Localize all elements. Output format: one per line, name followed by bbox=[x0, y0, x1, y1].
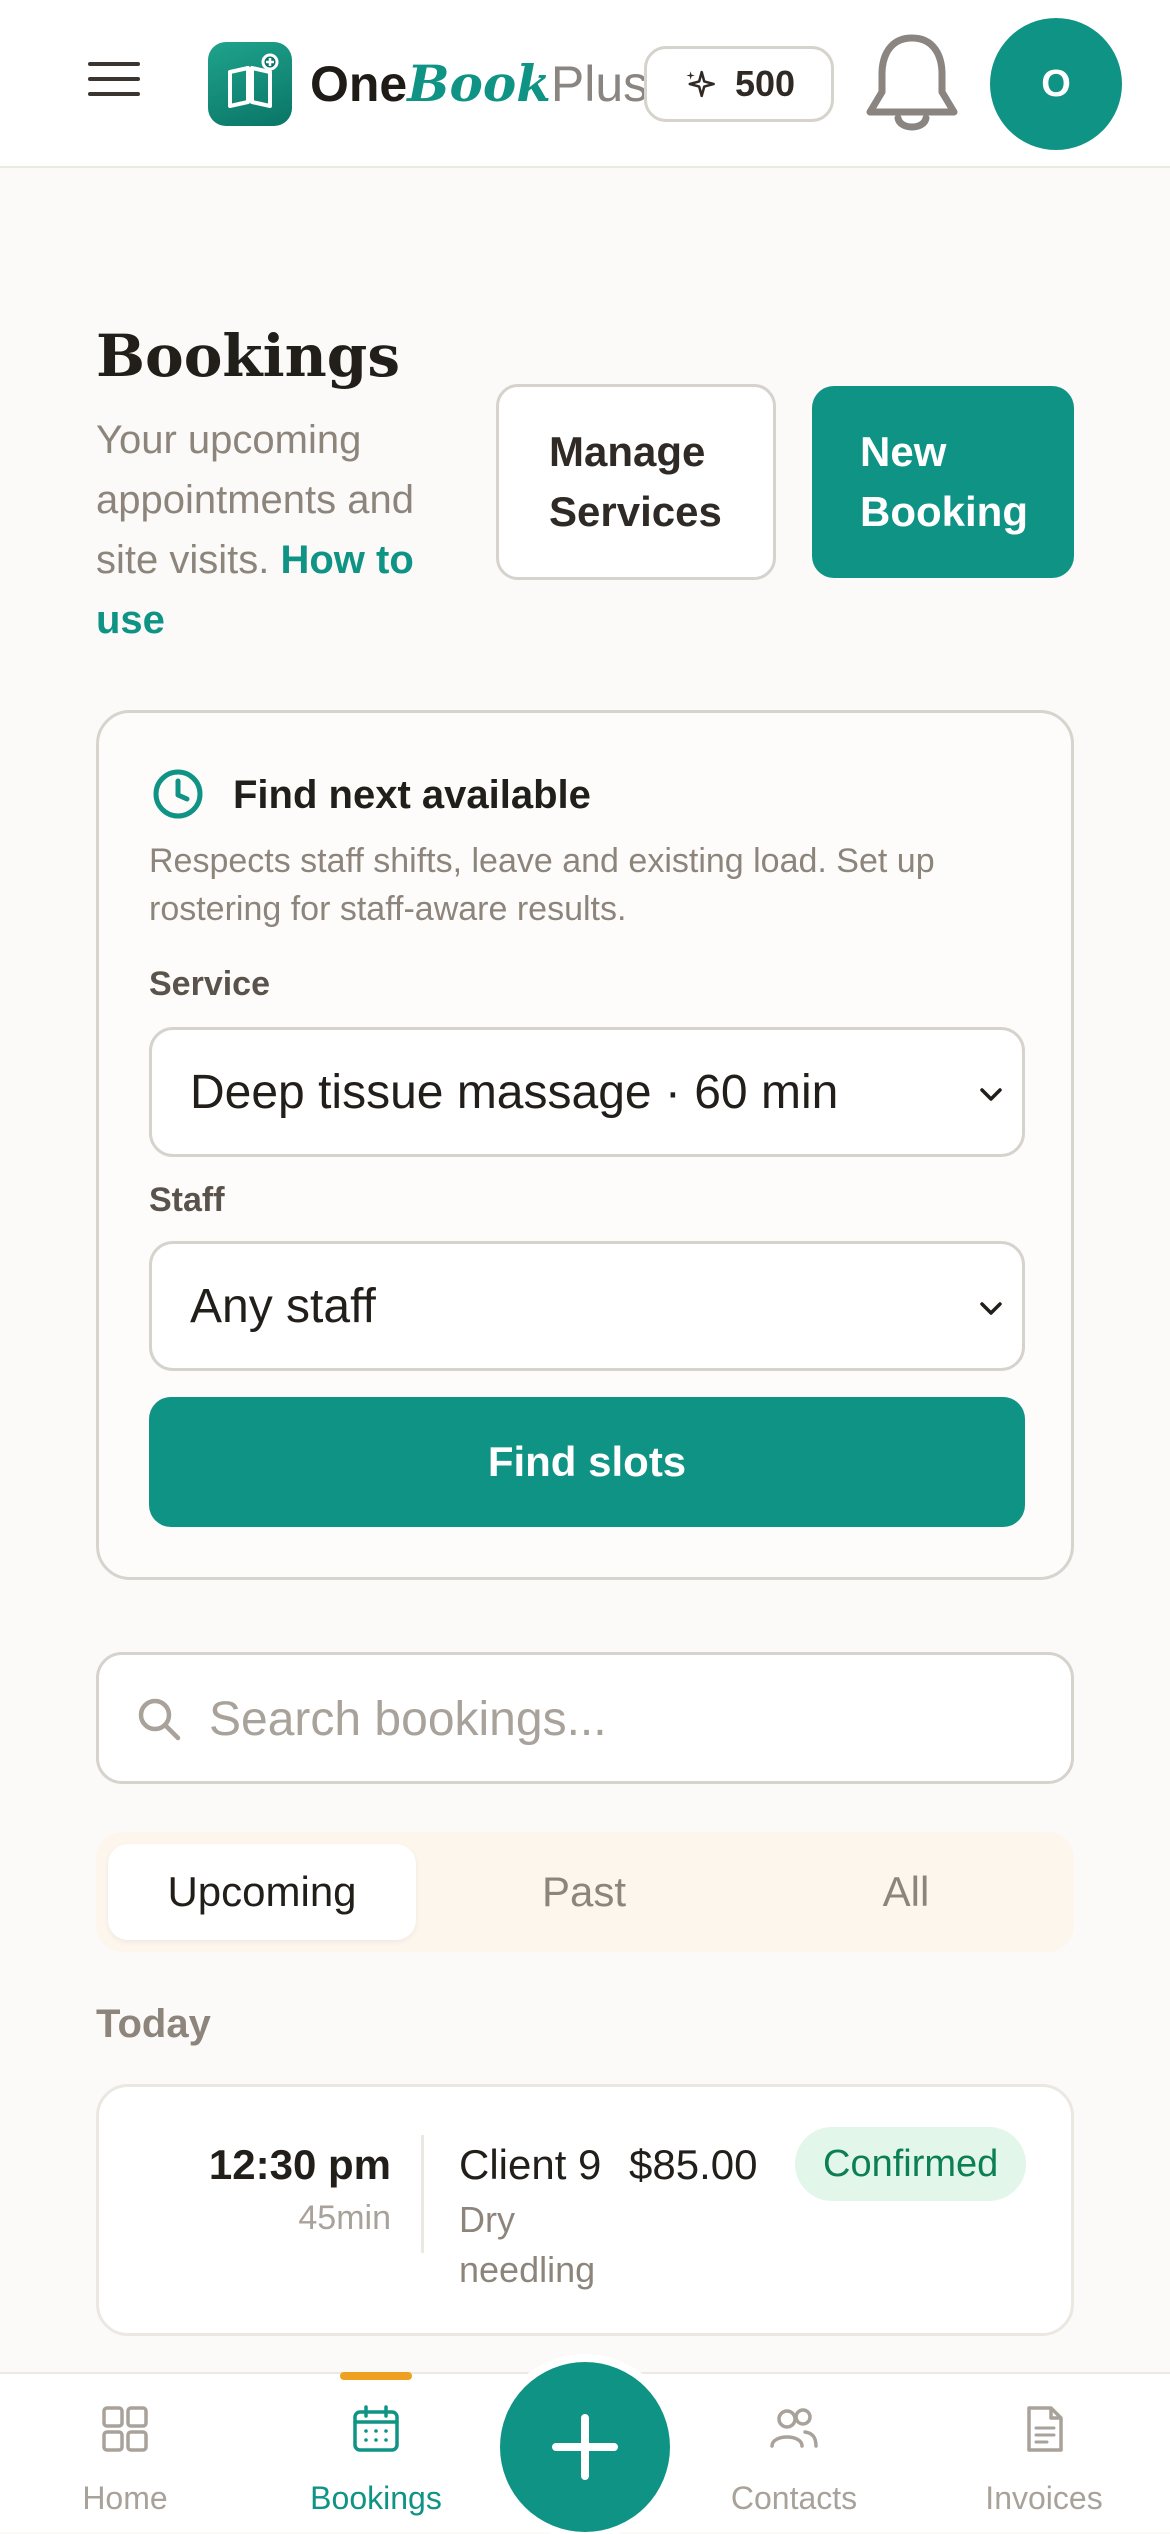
nav-item-contacts[interactable]: Contacts bbox=[694, 2374, 894, 2534]
search-icon bbox=[138, 1698, 181, 1741]
people-icon bbox=[770, 2408, 818, 2448]
clock-icon bbox=[153, 769, 203, 819]
user-avatar[interactable]: O bbox=[990, 18, 1122, 150]
notifications-bell-icon[interactable] bbox=[860, 28, 964, 140]
sparkle-icon bbox=[686, 70, 715, 98]
find-next-available-card: Find next available Respects staff shift… bbox=[96, 710, 1074, 1580]
finder-title: Find next available bbox=[233, 773, 591, 817]
page-title: Bookings bbox=[96, 322, 400, 390]
tab-upcoming[interactable]: Upcoming bbox=[108, 1844, 416, 1940]
manage-services-button[interactable]: Manage Services bbox=[496, 384, 776, 580]
booking-client: Client 9 bbox=[459, 2141, 602, 2188]
document-icon bbox=[1027, 2406, 1063, 2452]
nav-label-invoices: Invoices bbox=[985, 2480, 1103, 2516]
grid-icon bbox=[102, 2406, 148, 2452]
page-subtitle: Your upcoming appointments and site visi… bbox=[96, 410, 476, 650]
booking-price: $85.00 bbox=[629, 2141, 758, 2188]
active-tab-indicator bbox=[340, 2372, 412, 2380]
credits-count: 500 bbox=[734, 63, 796, 104]
search-input[interactable] bbox=[209, 1675, 1039, 1763]
status-badge: Confirmed bbox=[795, 2127, 1027, 2201]
chevron-down-icon bbox=[980, 1302, 1002, 1315]
booking-time: 12:30 pm bbox=[208, 2141, 391, 2188]
tab-past[interactable]: Past bbox=[430, 1844, 738, 1940]
calendar-icon bbox=[353, 2405, 399, 2452]
nav-item-invoices[interactable]: Invoices bbox=[944, 2374, 1144, 2534]
tab-all[interactable]: All bbox=[752, 1844, 1060, 1940]
new-booking-line2: Booking bbox=[860, 488, 1028, 535]
nav-label-contacts: Contacts bbox=[730, 2480, 858, 2516]
logo-plus: Plus bbox=[550, 56, 649, 112]
logo-book: Book bbox=[407, 54, 551, 113]
search-bar bbox=[96, 1652, 1074, 1784]
staff-select[interactable]: Any staff bbox=[149, 1241, 1025, 1371]
booking-divider bbox=[421, 2135, 424, 2253]
credits-button[interactable]: 500 bbox=[644, 46, 834, 122]
booking-duration: 45min bbox=[298, 2199, 391, 2237]
staff-label: Staff bbox=[149, 1181, 225, 1219]
find-slots-button[interactable]: Find slots bbox=[149, 1397, 1025, 1527]
service-select[interactable]: Deep tissue massage · 60 min bbox=[149, 1027, 1025, 1157]
staff-select-value: Any staff bbox=[190, 1279, 376, 1333]
manage-services-line2: Services bbox=[549, 488, 722, 535]
app-logo-text: OneBookPlus bbox=[310, 52, 648, 116]
app-header: OneBookPlus 500 O bbox=[0, 0, 1170, 168]
nav-item-home[interactable]: Home bbox=[25, 2374, 225, 2534]
booking-tabs: Upcoming Past All bbox=[96, 1832, 1074, 1952]
booking-card[interactable]: 12:30 pm 45min Client 9 $85.00 Dry needl… bbox=[96, 2084, 1074, 2336]
service-select-value: Deep tissue massage · 60 min bbox=[190, 1065, 839, 1119]
plus-icon bbox=[552, 2414, 618, 2480]
booking-service: Dry needling bbox=[459, 2199, 596, 2290]
avatar-initial: O bbox=[1041, 62, 1071, 105]
nav-label-bookings: Bookings bbox=[310, 2480, 442, 2516]
section-today-label: Today bbox=[96, 2002, 211, 2046]
manage-services-line1: Manage bbox=[549, 428, 706, 475]
chevron-down-icon bbox=[980, 1088, 1002, 1101]
app-logo-icon bbox=[208, 42, 292, 126]
nav-item-bookings[interactable]: Bookings bbox=[276, 2374, 476, 2534]
hamburger-menu-icon[interactable] bbox=[88, 62, 140, 106]
logo-one: One bbox=[310, 56, 408, 112]
new-booking-line1: New bbox=[860, 428, 947, 475]
nav-label-home: Home bbox=[82, 2480, 168, 2516]
add-fab-button[interactable] bbox=[500, 2362, 670, 2532]
new-booking-button[interactable]: New Booking bbox=[812, 386, 1074, 578]
finder-description: Respects staff shifts, leave and existin… bbox=[149, 842, 935, 928]
service-label: Service bbox=[149, 965, 270, 1003]
